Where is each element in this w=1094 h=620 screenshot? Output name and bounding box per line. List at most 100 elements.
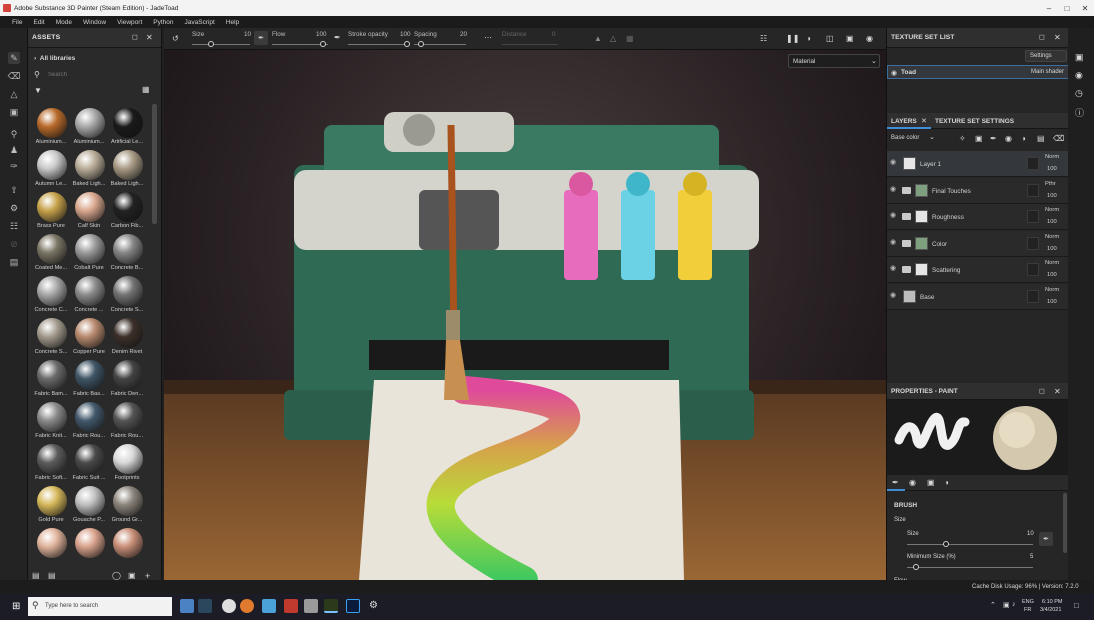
settings-gear-icon[interactable]: ⚙	[369, 600, 378, 611]
asset-item[interactable]: Fabric Suit ...	[70, 442, 108, 486]
asset-item[interactable]: Fabric Bas...	[70, 358, 108, 402]
undock-icon[interactable]: ◻	[1039, 387, 1045, 395]
asset-item[interactable]: Denim Rivet	[108, 316, 146, 360]
symmetry-icon[interactable]: ↺	[172, 34, 179, 43]
asset-item[interactable]: Concrete S...	[108, 274, 146, 318]
document-icon[interactable]: ▤	[8, 256, 20, 268]
windows-start-icon[interactable]: ⊞	[12, 601, 20, 612]
flow-slider-knob[interactable]	[320, 41, 326, 47]
asset-item[interactable]: Fabric Bam...	[32, 358, 70, 402]
export-icon[interactable]: ⇧	[8, 184, 20, 196]
asset-item[interactable]: Artificial Le...	[108, 106, 146, 150]
opacity-value[interactable]: 100	[1047, 272, 1057, 278]
grid-view-icon[interactable]: ▦	[142, 85, 150, 94]
photoshop-icon[interactable]	[346, 599, 360, 613]
layer-mask-slot[interactable]	[1027, 289, 1039, 303]
substance-painter-icon[interactable]	[324, 599, 338, 613]
settings-dropdown[interactable]: Settings	[1025, 50, 1067, 62]
close-panel-icon[interactable]: ✕	[146, 33, 153, 42]
close-panel-icon[interactable]: ✕	[1054, 33, 1061, 42]
asset-item[interactable]: Fabric Soft...	[32, 442, 70, 486]
visibility-eye-icon[interactable]: ◉	[890, 212, 898, 219]
mirror-x-icon[interactable]: ▲	[594, 34, 602, 43]
visibility-eye-icon[interactable]: ◉	[890, 265, 898, 272]
asset-item[interactable]: Aluminium...	[70, 106, 108, 150]
display-settings-icon[interactable]: ◉	[1075, 70, 1083, 81]
brush-tab-icon[interactable]: ✒	[892, 478, 899, 487]
sphere-preview-icon[interactable]: ◯	[112, 571, 121, 580]
polygon-fill-icon[interactable]: ▣	[8, 106, 20, 118]
chrome-icon[interactable]	[222, 599, 236, 613]
search-input[interactable]	[48, 70, 148, 80]
layer-row[interactable]: ◉ Base Norm 100	[887, 283, 1069, 310]
brush-size-knob[interactable]	[943, 541, 949, 547]
stencil-tab-icon[interactable]: ▣	[927, 478, 935, 487]
blend-mode-dropdown[interactable]: Norm	[1045, 234, 1059, 240]
steam-icon[interactable]	[198, 599, 212, 613]
assets-scrollbar[interactable]	[152, 104, 157, 224]
render-icon[interactable]: ◑	[806, 34, 811, 43]
asset-item[interactable]: Concrete ...	[70, 274, 108, 318]
asset-item[interactable]: Concrete S...	[32, 316, 70, 360]
menu-window[interactable]: Window	[83, 19, 106, 26]
blend-mode-dropdown[interactable]: Pthr	[1045, 181, 1056, 187]
opacity-value[interactable]: 100	[1047, 246, 1057, 252]
asset-item[interactable]: Baked Ligh...	[108, 148, 146, 192]
alpha-tab-icon[interactable]: ◉	[909, 478, 916, 487]
menu-file[interactable]: File	[12, 19, 22, 26]
asset-item[interactable]: Aluminium...	[32, 106, 70, 150]
info-icon[interactable]: ⓘ	[1075, 106, 1084, 119]
opacity-value[interactable]: 100	[1047, 299, 1057, 305]
visibility-eye-icon[interactable]: ◉	[890, 292, 898, 299]
menu-mode[interactable]: Mode	[56, 19, 72, 26]
asset-item[interactable]	[108, 526, 146, 570]
asset-item[interactable]: Coated Me...	[32, 232, 70, 276]
close-window-button[interactable]: ✕	[1076, 0, 1094, 16]
asset-item[interactable]: Autumn Le...	[32, 148, 70, 192]
visibility-eye-icon[interactable]: ◉	[890, 159, 898, 166]
asset-item[interactable]: Gold Pure	[32, 484, 70, 528]
lazy-mouse-icon[interactable]: ⋯	[484, 33, 492, 42]
settings-gear-icon[interactable]: ⚙	[8, 202, 20, 214]
mirror-z-icon[interactable]: ▦	[626, 34, 634, 43]
menu-help[interactable]: Help	[226, 19, 239, 26]
asset-item[interactable]: Copper Pure	[70, 316, 108, 360]
asset-item[interactable]: Cobalt Pure	[70, 232, 108, 276]
texture-set-item[interactable]: ◉ Toad Main shader	[887, 65, 1069, 79]
asset-item[interactable]: Fabric Rou...	[108, 400, 146, 444]
min-size-knob[interactable]	[913, 564, 919, 570]
layer-row[interactable]: ◉ Roughness Norm 100	[887, 204, 1069, 230]
smudge-icon[interactable]: ⚲	[8, 128, 20, 140]
undock-icon[interactable]: ◻	[132, 33, 138, 41]
asset-item[interactable]	[32, 526, 70, 570]
menu-edit[interactable]: Edit	[33, 19, 44, 26]
asset-item[interactable]: Carbon Fib...	[108, 190, 146, 234]
asset-item[interactable]: Fabric Knit...	[32, 400, 70, 444]
app-icon-3[interactable]	[304, 599, 318, 613]
delete-layer-icon[interactable]: ⌫	[1053, 134, 1064, 143]
pause-icon[interactable]: ❚❚	[786, 34, 799, 43]
camera-icon[interactable]: ▣	[846, 34, 854, 43]
pen-pressure-button[interactable]: ✒	[254, 31, 268, 45]
filter-icon[interactable]: ▼	[34, 86, 42, 95]
color-picker-icon[interactable]: ✑	[8, 160, 20, 172]
language-bottom[interactable]: FR	[1024, 607, 1031, 613]
texture-set-icon[interactable]: ▣	[1075, 52, 1084, 63]
asset-item[interactable]: Concrete C...	[32, 274, 70, 318]
menu-viewport[interactable]: Viewport	[117, 19, 142, 26]
add-paint-layer-icon[interactable]: ✒	[990, 134, 997, 143]
language-top[interactable]: ENG	[1022, 599, 1034, 605]
size-slider[interactable]	[192, 44, 250, 45]
volume-icon[interactable]: ♪	[1012, 601, 1016, 608]
tab-layers[interactable]: LAYERS	[891, 118, 917, 125]
mirror-y-icon[interactable]: △	[610, 34, 616, 43]
min-size-slider[interactable]	[907, 567, 1033, 568]
paint-brush-icon[interactable]: ✎	[8, 52, 20, 64]
blend-mode-dropdown[interactable]: Norm	[1045, 287, 1059, 293]
app-icon-1[interactable]	[262, 599, 276, 613]
file-explorer-icon[interactable]	[180, 599, 194, 613]
asset-item[interactable]: Fabric Rou...	[70, 400, 108, 444]
undock-icon[interactable]: ◻	[1039, 33, 1045, 41]
layer-row[interactable]: ◉ Scattering Norm 100	[887, 257, 1069, 283]
projection-icon[interactable]: △	[8, 88, 20, 100]
